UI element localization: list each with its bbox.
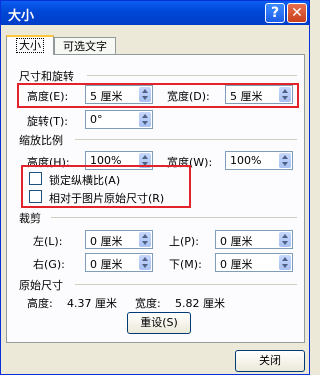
spin-down-icon[interactable] [142, 264, 148, 268]
size-tab-panel: 尺寸和旋转 高度(E): 5 厘米 宽度(D): 5 厘米 旋转(T): 0° … [6, 54, 305, 343]
crop-bottom-spinner[interactable] [279, 255, 291, 270]
relative-original-checkbox[interactable] [29, 190, 42, 203]
lock-aspect-checkbox[interactable] [29, 172, 42, 185]
crop-top-value: 0 厘米 [220, 235, 253, 248]
scale-width-input[interactable]: 100% [225, 151, 293, 170]
help-button[interactable]: ? [265, 3, 285, 23]
crop-left-input[interactable]: 0 厘米 [85, 230, 153, 249]
crop-bottom-label: 下(M): [169, 258, 202, 271]
spin-down-icon[interactable] [282, 96, 288, 100]
original-height-value: 4.37 厘米 [67, 297, 117, 310]
size-rotate-heading: 尺寸和旋转 [19, 70, 74, 83]
spin-down-icon[interactable] [142, 241, 148, 245]
crop-heading: 裁剪 [19, 212, 41, 225]
close-window-button[interactable]: ✕ [287, 3, 307, 23]
spin-up-icon[interactable] [142, 257, 148, 261]
spin-up-icon[interactable] [282, 234, 288, 238]
spin-down-icon[interactable] [282, 241, 288, 245]
original-height-label: 高度: [27, 297, 53, 310]
height-input[interactable]: 5 厘米 [85, 85, 153, 104]
scale-width-spinner[interactable] [279, 153, 291, 168]
crop-bottom-value: 0 厘米 [220, 258, 253, 271]
lock-aspect-label[interactable]: 锁定纵横比(A) [49, 172, 120, 188]
crop-right-spinner[interactable] [139, 255, 151, 270]
close-button[interactable]: 关闭 [235, 350, 305, 372]
original-size-heading: 原始尺寸 [19, 279, 63, 292]
width-label: 宽度(D): [167, 90, 210, 103]
tab-size[interactable]: 大小 [6, 35, 54, 55]
crop-left-spinner[interactable] [139, 232, 151, 247]
height-value: 5 厘米 [90, 90, 123, 103]
crop-top-input[interactable]: 0 厘米 [215, 230, 293, 249]
spin-up-icon[interactable] [282, 89, 288, 93]
crop-divider [51, 217, 297, 218]
crop-right-label: 右(G): [33, 258, 65, 271]
spin-up-icon[interactable] [142, 155, 148, 159]
window-title: 大小 [8, 9, 35, 24]
crop-right-value: 0 厘米 [90, 258, 123, 271]
size-dialog: 大小 ? ✕ 大小 可选文字 尺寸和旋转 高度(E): 5 厘米 宽度(D): … [0, 0, 310, 375]
spin-up-icon[interactable] [142, 114, 148, 118]
crop-top-spinner[interactable] [279, 232, 291, 247]
crop-right-input[interactable]: 0 厘米 [85, 253, 153, 272]
spin-down-icon[interactable] [282, 162, 288, 166]
size-rotate-divider [87, 75, 297, 76]
spin-up-icon[interactable] [142, 89, 148, 93]
scale-heading: 缩放比例 [19, 134, 63, 147]
reset-button[interactable]: 重设(S) [127, 312, 191, 334]
width-spinner[interactable] [279, 87, 291, 102]
original-width-label: 宽度: [135, 297, 161, 310]
crop-bottom-input[interactable]: 0 厘米 [215, 253, 293, 272]
crop-left-label: 左(L): [33, 235, 63, 248]
crop-top-label: 上(P): [169, 235, 199, 248]
relative-original-label[interactable]: 相对于图片原始尺寸(R) [49, 190, 164, 206]
crop-left-value: 0 厘米 [90, 235, 123, 248]
original-size-divider [75, 284, 297, 285]
scale-width-value: 100% [230, 154, 262, 167]
title-bar[interactable]: 大小 ? ✕ [1, 1, 309, 25]
tab-alt-text-label: 可选文字 [63, 40, 107, 53]
rotate-value: 0° [90, 113, 103, 126]
scale-divider [75, 139, 297, 140]
width-input[interactable]: 5 厘米 [225, 85, 293, 104]
spin-up-icon[interactable] [282, 257, 288, 261]
height-spinner[interactable] [139, 87, 151, 102]
rotate-spinner[interactable] [139, 112, 151, 127]
width-value: 5 厘米 [230, 90, 263, 103]
spin-down-icon[interactable] [282, 264, 288, 268]
original-width-value: 5.82 厘米 [175, 297, 225, 310]
spin-up-icon[interactable] [282, 155, 288, 159]
spin-down-icon[interactable] [142, 121, 148, 125]
spin-down-icon[interactable] [142, 96, 148, 100]
tab-alt-text[interactable]: 可选文字 [54, 37, 116, 55]
tab-size-label: 大小 [16, 38, 44, 53]
spin-up-icon[interactable] [142, 234, 148, 238]
rotate-input[interactable]: 0° [85, 110, 153, 129]
rotate-label: 旋转(T): [27, 115, 69, 128]
height-label: 高度(E): [27, 90, 69, 103]
